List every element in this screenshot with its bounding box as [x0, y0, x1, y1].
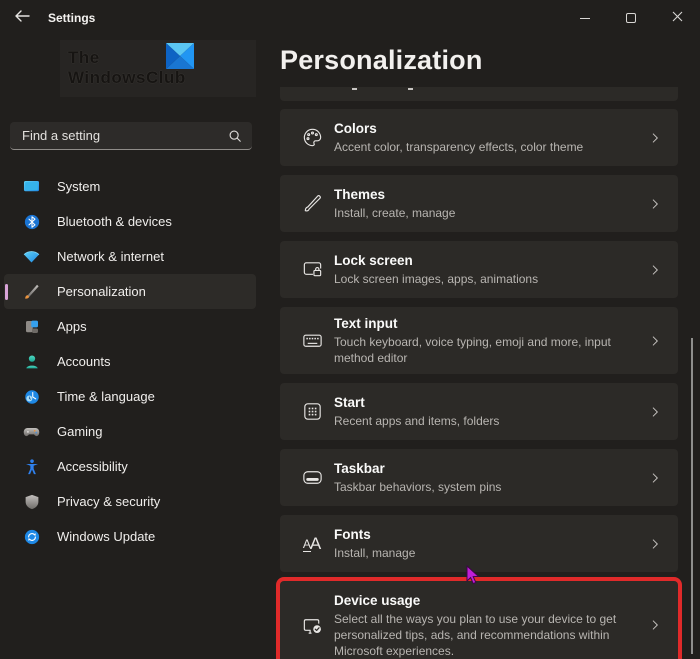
sidebar-item-accessibility[interactable]: Accessibility	[4, 449, 256, 484]
card-title: Lock screen	[334, 253, 413, 268]
sidebar-item-label: Time & language	[57, 389, 155, 404]
card-title: Device usage	[334, 592, 421, 608]
card-title: Start	[334, 395, 365, 410]
clipped-text-fragment	[408, 88, 413, 90]
device-usage-icon	[300, 614, 324, 637]
windowsclub-diamond-icon	[166, 43, 194, 74]
accessibility-person-icon	[22, 457, 41, 476]
vertical-scrollbar[interactable]	[691, 338, 693, 654]
clock-icon	[22, 387, 41, 406]
mouse-cursor	[466, 564, 481, 591]
titlebar: Settings	[0, 0, 700, 36]
sidebar-item-gaming[interactable]: Gaming	[4, 414, 256, 449]
search-icon	[228, 129, 242, 143]
card-subtitle: Install, create, manage	[334, 206, 456, 220]
chevron-right-icon	[648, 131, 664, 145]
start-menu-icon	[300, 400, 324, 423]
card-title: Taskbar	[334, 461, 385, 476]
sidebar-item-label: Apps	[57, 319, 87, 334]
clipped-text-fragment	[352, 88, 357, 90]
card-subtitle: Select all the ways you plan to use your…	[334, 611, 617, 658]
sidebar-item-network-internet[interactable]: Network & internet	[4, 239, 256, 274]
card-subtitle: Taskbar behaviors, system pins	[334, 480, 502, 494]
taskbar-icon	[300, 466, 324, 489]
wifi-icon	[22, 247, 41, 266]
chevron-right-icon	[648, 405, 664, 419]
settings-card-partial-scrolled[interactable]	[280, 87, 678, 101]
system-icon	[22, 177, 41, 196]
sidebar-item-label: Network & internet	[57, 249, 164, 264]
update-refresh-icon	[22, 527, 41, 546]
card-title: Themes	[334, 187, 386, 202]
sidebar-item-label: Accessibility	[57, 459, 128, 474]
settings-card-start[interactable]: Start Recent apps and items, folders	[280, 383, 678, 440]
windowsclub-logo: The WindowsClub	[60, 40, 256, 97]
sidebar-item-accounts[interactable]: Accounts	[4, 344, 256, 379]
sidebar-item-personalization[interactable]: Personalization	[4, 274, 256, 309]
sidebar-item-label: Windows Update	[57, 529, 156, 544]
sidebar-item-label: Gaming	[57, 424, 103, 439]
bluetooth-icon	[22, 212, 41, 231]
card-subtitle: Install, manage	[334, 546, 416, 560]
chevron-right-icon	[648, 263, 664, 277]
sidebar-nav: System Bluetooth & devices Network & int…	[4, 169, 256, 554]
gamepad-icon	[22, 422, 41, 441]
close-button[interactable]	[654, 0, 700, 36]
apps-icon	[22, 317, 41, 336]
card-title: Colors	[334, 121, 377, 136]
card-subtitle: Touch keyboard, voice typing, emoji and …	[334, 335, 611, 365]
chevron-right-icon	[648, 618, 664, 632]
fonts-icon: AA	[300, 535, 324, 552]
sidebar-item-system[interactable]: System	[4, 169, 256, 204]
sidebar-item-label: Bluetooth & devices	[57, 214, 172, 229]
accounts-person-icon	[22, 352, 41, 371]
sidebar-item-label: Accounts	[57, 354, 111, 369]
card-subtitle: Recent apps and items, folders	[334, 414, 500, 428]
sidebar-item-privacy-security[interactable]: Privacy & security	[4, 484, 256, 519]
maximize-button[interactable]	[608, 0, 654, 36]
settings-card-fonts[interactable]: AA Fonts Install, manage	[280, 515, 678, 572]
minimize-button[interactable]	[562, 0, 608, 36]
chevron-right-icon	[648, 471, 664, 485]
settings-card-text-input[interactable]: Text input Touch keyboard, voice typing,…	[280, 307, 678, 374]
sidebar-item-label: System	[57, 179, 101, 194]
chevron-right-icon	[648, 537, 664, 551]
chevron-right-icon	[648, 197, 664, 211]
back-arrow-icon	[14, 9, 30, 27]
sidebar-item-label: Privacy & security	[57, 494, 161, 509]
sidebar-item-time-language[interactable]: Time & language	[4, 379, 256, 414]
card-subtitle: Lock screen images, apps, animations	[334, 272, 539, 286]
fonts-letter-large: A	[309, 534, 322, 553]
main-content: Personalization Colors Accent color, tra…	[262, 36, 700, 659]
settings-card-colors[interactable]: Colors Accent color, transparency effect…	[280, 109, 678, 166]
back-button[interactable]	[6, 4, 38, 32]
sidebar-item-bluetooth-devices[interactable]: Bluetooth & devices	[4, 204, 256, 239]
settings-card-device-usage[interactable]: Device usage Select all the ways you pla…	[280, 581, 678, 659]
sidebar-item-apps[interactable]: Apps	[4, 309, 256, 344]
window-title: Settings	[48, 11, 96, 25]
themes-brush-icon	[300, 192, 324, 215]
settings-card-lock-screen[interactable]: Lock screen Lock screen images, apps, an…	[280, 241, 678, 298]
card-title: Text input	[334, 316, 398, 331]
search-box[interactable]	[10, 122, 252, 150]
selection-indicator	[5, 283, 8, 300]
settings-card-taskbar[interactable]: Taskbar Taskbar behaviors, system pins	[280, 449, 678, 506]
chevron-right-icon	[648, 334, 664, 348]
sidebar-item-label: Personalization	[57, 284, 146, 299]
colors-palette-icon	[300, 126, 324, 149]
sidebar: The WindowsClub Find a setting System Bl…	[0, 36, 262, 659]
paintbrush-icon	[22, 282, 41, 301]
search-input[interactable]	[10, 128, 228, 143]
page-title: Personalization	[280, 45, 483, 75]
keyboard-icon	[300, 329, 324, 352]
minimize-icon	[580, 17, 590, 19]
lock-screen-icon	[300, 258, 324, 281]
sidebar-item-windows-update[interactable]: Windows Update	[4, 519, 256, 554]
shield-icon	[22, 492, 41, 511]
card-subtitle: Accent color, transparency effects, colo…	[334, 140, 584, 154]
settings-card-themes[interactable]: Themes Install, create, manage	[280, 175, 678, 232]
maximize-icon	[626, 13, 636, 23]
close-icon	[672, 9, 683, 27]
card-title: Fonts	[334, 527, 371, 542]
